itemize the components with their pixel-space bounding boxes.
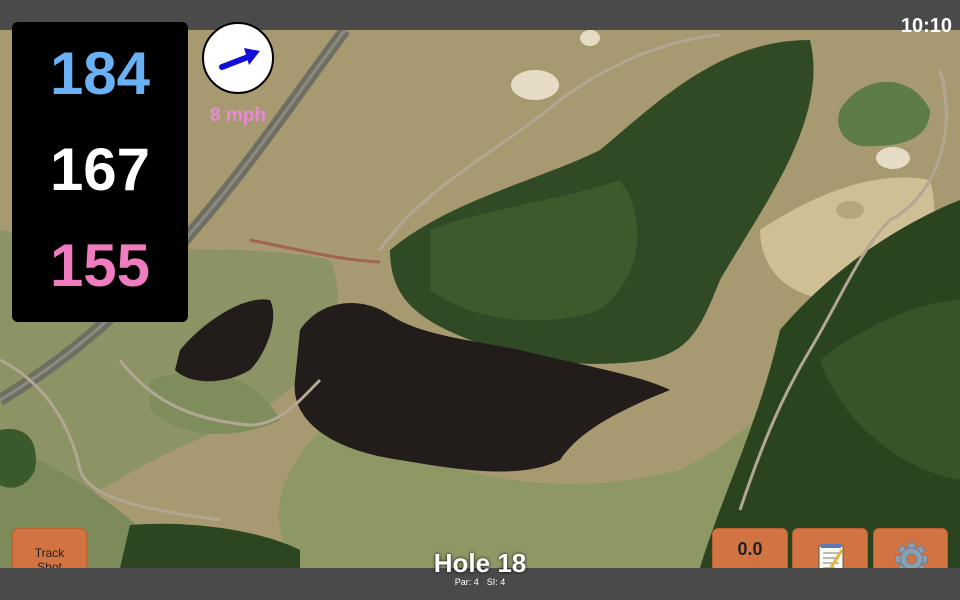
hole-par: Par: 4 [454, 577, 479, 587]
distance-middle-value: 167 [49, 136, 151, 203]
distance-back-value: 184 [49, 40, 151, 107]
wind-speed-label: 8 mph [210, 105, 266, 126]
hole-stroke-index: SI: 4 [486, 577, 506, 587]
distance-front-value: 155 [49, 232, 151, 299]
wind-direction-indicator [202, 22, 274, 94]
clock-time: 10:10 [900, 15, 952, 37]
hole-info: Par: 4 SI: 4 [380, 577, 580, 587]
hole-title: Hole 18 [433, 548, 527, 578]
speed-value: 0.0 [737, 539, 763, 559]
distance-panel: 184 167 155 [12, 22, 188, 322]
arrow-icon [219, 48, 260, 70]
